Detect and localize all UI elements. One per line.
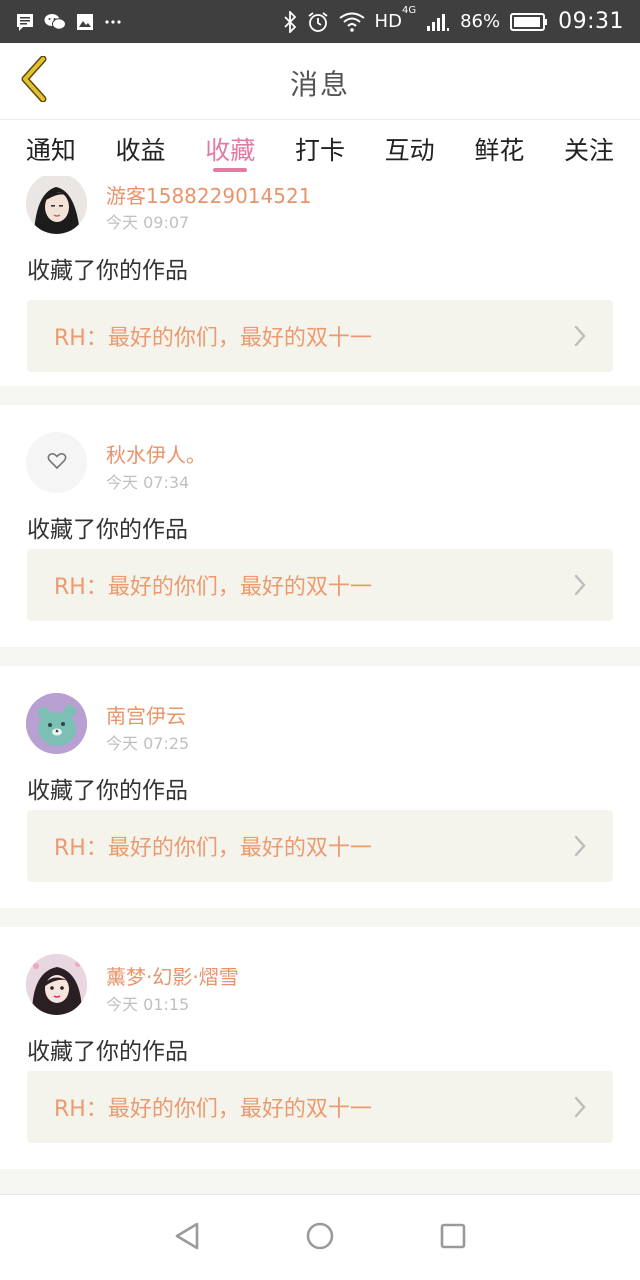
message-icon — [16, 13, 34, 31]
timestamp: 今天 07:25 — [106, 734, 190, 753]
tab-flowers[interactable]: 鲜花 — [458, 121, 540, 176]
tab-label: 互动 — [384, 136, 435, 165]
avatar[interactable] — [26, 176, 87, 234]
image-icon — [76, 13, 94, 31]
work-link[interactable]: RH：最好的你们，最好的双十一 — [27, 1071, 613, 1143]
tab-earnings[interactable]: 收益 — [100, 121, 182, 176]
chevron-right-icon — [573, 324, 587, 352]
chevron-right-icon — [573, 573, 587, 601]
chevron-right-icon — [573, 1095, 587, 1123]
nav-back-button[interactable] — [167, 1218, 207, 1258]
chevron-right-icon — [573, 834, 587, 862]
clock: 09:31 — [558, 9, 624, 34]
message-card: 南宫伊云 今天 07:25 收藏了你的作品 RH：最好的你们，最好的双十一 — [0, 666, 640, 908]
message-card: 游客1588229014521 今天 09:07 收藏了你的作品 RH：最好的你… — [0, 176, 640, 386]
tab-checkin[interactable]: 打卡 — [279, 121, 361, 176]
avatar[interactable] — [26, 693, 87, 754]
work-title: RH：最好的你们，最好的双十一 — [54, 1097, 372, 1122]
work-link[interactable]: RH：最好的你们，最好的双十一 — [27, 810, 613, 882]
message-text: 收藏了你的作品 — [27, 778, 188, 804]
username[interactable]: 薰梦·幻影·熠雪 — [106, 961, 239, 990]
tab-label: 关注 — [564, 136, 615, 165]
status-right: HD4G 86% 09:31 — [283, 5, 624, 34]
timestamp: 今天 07:34 — [106, 473, 190, 492]
status-left — [16, 13, 122, 31]
work-link[interactable]: RH：最好的你们，最好的双十一 — [27, 549, 613, 621]
avatar[interactable] — [26, 432, 87, 493]
username[interactable]: 秋水伊人。 — [106, 439, 206, 468]
battery-percent: 86% — [460, 11, 501, 32]
battery-icon — [510, 12, 548, 32]
message-text: 收藏了你的作品 — [27, 1039, 188, 1065]
work-title: RH：最好的你们，最好的双十一 — [54, 836, 372, 861]
tab-interactions[interactable]: 互动 — [369, 121, 451, 176]
header: 消息 — [0, 43, 640, 120]
nav-recents-button[interactable] — [433, 1218, 473, 1258]
signal-icon — [426, 12, 450, 32]
tab-label: 收益 — [115, 136, 166, 165]
wechat-icon — [44, 13, 66, 31]
home-circle-icon — [305, 1221, 335, 1255]
heart-icon — [47, 452, 67, 474]
username[interactable]: 游客1588229014521 — [106, 180, 311, 209]
system-nav-bar — [0, 1194, 640, 1280]
network-label: HD4G — [374, 5, 417, 32]
back-triangle-icon — [173, 1221, 201, 1255]
more-icon — [104, 19, 122, 25]
page-title: 消息 — [289, 68, 350, 101]
work-link[interactable]: RH：最好的你们，最好的双十一 — [27, 300, 613, 372]
tab-label: 收藏 — [205, 136, 256, 165]
tab-label: 通知 — [25, 136, 76, 165]
active-tab-indicator — [213, 168, 248, 172]
tab-favorites[interactable]: 收藏 — [189, 121, 271, 176]
recents-square-icon — [439, 1222, 467, 1254]
message-text: 收藏了你的作品 — [27, 517, 188, 543]
tab-label: 打卡 — [294, 136, 345, 165]
work-title: RH：最好的你们，最好的双十一 — [54, 575, 372, 600]
nav-home-button[interactable] — [300, 1218, 340, 1258]
tab-label: 鲜花 — [474, 136, 525, 165]
bluetooth-icon — [283, 10, 297, 33]
message-card: 薰梦·幻影·熠雪 今天 01:15 收藏了你的作品 RH：最好的你们，最好的双十… — [0, 927, 640, 1169]
avatar[interactable] — [26, 954, 87, 1015]
alarm-icon — [307, 11, 329, 33]
work-title: RH：最好的你们，最好的双十一 — [54, 326, 372, 351]
status-bar: HD4G 86% 09:31 — [0, 0, 640, 43]
timestamp: 今天 01:15 — [106, 995, 190, 1014]
message-text: 收藏了你的作品 — [27, 258, 188, 284]
username[interactable]: 南宫伊云 — [106, 700, 186, 729]
wifi-icon — [338, 12, 365, 32]
tab-follows[interactable]: 关注 — [548, 121, 630, 176]
tab-notifications[interactable]: 通知 — [10, 121, 92, 176]
message-list[interactable]: 游客1588229014521 今天 09:07 收藏了你的作品 RH：最好的你… — [0, 176, 640, 1194]
message-card: 秋水伊人。 今天 07:34 收藏了你的作品 RH：最好的你们，最好的双十一 — [0, 405, 640, 647]
tab-bar: 通知 收益 收藏 打卡 互动 鲜花 关注 — [0, 121, 640, 176]
timestamp: 今天 09:07 — [106, 213, 190, 232]
